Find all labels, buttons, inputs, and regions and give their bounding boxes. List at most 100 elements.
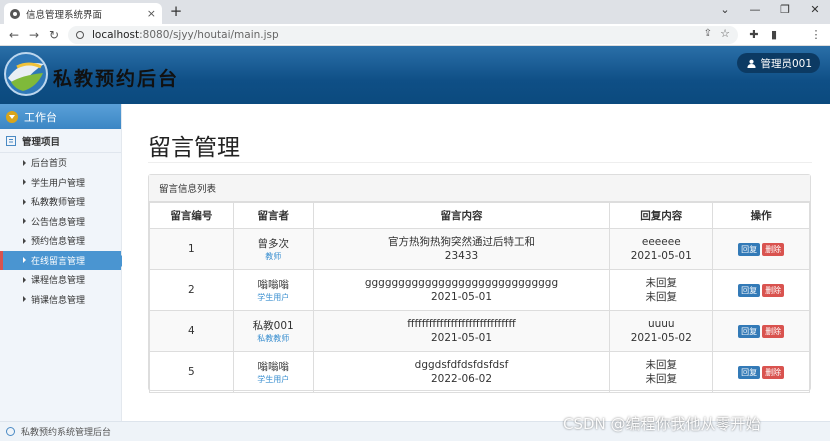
- reply-button[interactable]: 回复: [738, 242, 761, 256]
- management-section-label: 管理项目: [22, 136, 61, 148]
- caret-right-icon: [23, 237, 26, 244]
- site-info-icon[interactable]: [76, 31, 84, 39]
- author-name: 嗡嗡嗡: [257, 360, 289, 373]
- sidebar-item-label: 私教教师管理: [31, 198, 86, 209]
- reply-button[interactable]: 回复: [738, 365, 761, 379]
- user-menu-button[interactable]: 管理员001: [737, 53, 820, 73]
- status-text: 私教预约系统管理后台: [21, 428, 112, 438]
- column-header[interactable]: 回复内容: [609, 202, 714, 229]
- chevron-down-icon: [6, 110, 18, 123]
- sidebar-item-label: 后台首页: [31, 159, 68, 170]
- caret-right-icon: [23, 159, 26, 166]
- sidebar-item-label: 销课信息管理: [31, 295, 86, 306]
- maximize-button[interactable]: ❐: [770, 3, 800, 16]
- author-role: 学生用户: [257, 374, 290, 384]
- message-date: 2021-05-01: [430, 332, 493, 344]
- reply-date: 未回复: [645, 291, 678, 303]
- browser-tab-title: 信息管理系统界面: [26, 9, 103, 21]
- management-section[interactable]: 管理项目: [0, 129, 121, 153]
- message-author-cell: 私教001 私教教师: [232, 310, 314, 352]
- author-name: 嗡嗡嗡: [257, 278, 289, 291]
- sidebar-item-courses[interactable]: 课程信息管理: [0, 270, 121, 290]
- delete-button[interactable]: 删除: [762, 365, 785, 379]
- caret-right-icon: [23, 218, 26, 225]
- caret-right-icon: [23, 276, 26, 283]
- column-header[interactable]: 操作: [712, 202, 810, 229]
- reply-content: eeeeee: [641, 236, 681, 248]
- sidebar-item-students[interactable]: 学生用户管理: [0, 173, 121, 193]
- browser-menu-icon[interactable]: ⋮: [808, 27, 824, 43]
- app-header: 私教预约后台 管理员001: [0, 46, 830, 104]
- table-row: 2 嗡嗡嗡 学生用户 ggggggggggggggggggggggggggggg 2…: [149, 269, 810, 311]
- message-content: 官方热狗热狗突然通过后特工和: [388, 236, 535, 248]
- message-content: dggdsfdfdsfdsfdsf: [414, 359, 509, 371]
- sidebar-item-bookings[interactable]: 预约信息管理: [0, 231, 121, 251]
- new-tab-button[interactable]: +: [168, 3, 184, 19]
- author-name: 私教001: [252, 319, 294, 332]
- message-date: 2021-05-01: [430, 291, 493, 303]
- share-icon[interactable]: ⇪: [704, 28, 712, 39]
- column-header[interactable]: 留言内容: [312, 202, 611, 229]
- tab-search-icon[interactable]: ⌄: [710, 3, 740, 16]
- reply-cell: eeeeee 2021-05-01: [609, 228, 714, 270]
- browser-tab[interactable]: 信息管理系统界面 ×: [4, 3, 162, 24]
- main-content: 留言管理 留言信息列表 留言编号 留言者 留言内容 回复内容 操作 1 曾多次教…: [122, 104, 830, 421]
- message-author-cell: 曾多次 教师: [232, 228, 314, 270]
- user-name: 管理员001: [760, 57, 812, 70]
- close-window-button[interactable]: ✕: [800, 3, 830, 16]
- actions-cell: 回复 删除: [712, 269, 810, 311]
- sidebar-item-announcements[interactable]: 公告信息管理: [0, 212, 121, 232]
- message-content: ffffffffffffffffffffffffffffff: [407, 318, 516, 330]
- sidebar-item-home[interactable]: 后台首页: [0, 153, 121, 173]
- delete-button[interactable]: 删除: [762, 283, 785, 297]
- close-tab-icon[interactable]: ×: [147, 7, 156, 20]
- author-name: 曾多次: [257, 237, 289, 250]
- divider: [148, 162, 812, 163]
- back-icon[interactable]: ←: [6, 27, 22, 43]
- table-row: 4 私教001 私教教师 ffffffffffffffffffffffffffff…: [149, 310, 810, 352]
- extensions-icon[interactable]: ✚: [746, 27, 762, 43]
- caret-right-icon: [23, 296, 26, 303]
- reload-icon[interactable]: ↻: [46, 27, 62, 43]
- sidebar-item-trainers[interactable]: 私教教师管理: [0, 192, 121, 212]
- reply-button[interactable]: 回复: [738, 283, 761, 297]
- message-content-cell: ffffffffffffffffffffffffffffff 2021-05-01: [312, 310, 611, 352]
- address-bar[interactable]: localhost:8080/sjyy/houtai/main.jsp ⇪ ☆: [68, 26, 738, 44]
- caret-right-icon: [23, 257, 26, 264]
- sidebar-item-label: 公告信息管理: [31, 217, 86, 228]
- reply-date: 2021-05-01: [630, 250, 692, 262]
- table-row: 5 嗡嗡嗡 学生用户 dggdsfdfdsfdsfdsf 2022-06-02 未回…: [149, 351, 810, 393]
- message-author-cell: 嗡嗡嗡 学生用户: [232, 351, 314, 393]
- url-text: localhost:8080/sjyy/houtai/main.jsp: [92, 29, 279, 41]
- column-header[interactable]: 留言者: [232, 202, 314, 229]
- message-author-cell: 嗡嗡嗡 学生用户: [232, 269, 314, 311]
- sidebar-item-messages[interactable]: 在线留言管理: [0, 250, 127, 270]
- delete-button[interactable]: 删除: [762, 324, 785, 338]
- minimize-button[interactable]: —: [740, 3, 770, 16]
- message-list-panel: 留言信息列表 留言编号 留言者 留言内容 回复内容 操作 1 曾多次 教师 官方热…: [148, 174, 811, 393]
- caret-right-icon: [23, 198, 26, 205]
- reply-cell: 未回复 未回复: [609, 269, 714, 311]
- browser-toolbar: ← → ↻ localhost:8080/sjyy/houtai/main.js…: [0, 24, 830, 65]
- message-id: 2: [149, 269, 234, 311]
- message-date: 2022-06-02: [430, 373, 493, 385]
- side-panel-icon[interactable]: ▮: [766, 27, 782, 43]
- column-header[interactable]: 留言编号: [149, 202, 234, 229]
- workbench-header[interactable]: 工作台: [0, 104, 121, 129]
- message-id: 5: [149, 351, 234, 393]
- reply-cell: 未回复 未回复: [609, 351, 714, 393]
- actions-cell: 回复 删除: [712, 228, 810, 270]
- message-table: 留言编号 留言者 留言内容 回复内容 操作 1 曾多次 教师 官方热狗热狗突然通过…: [149, 202, 810, 393]
- sidebar-item-label: 学生用户管理: [31, 178, 86, 189]
- sidebar-item-label: 在线留言管理: [31, 256, 86, 267]
- browser-tab-bar: 信息管理系统界面 × + ⌄ — ❐ ✕: [0, 0, 830, 24]
- bookmark-star-icon[interactable]: ☆: [720, 27, 730, 40]
- forward-icon[interactable]: →: [26, 27, 42, 43]
- delete-button[interactable]: 删除: [762, 242, 785, 256]
- info-icon: [6, 427, 15, 436]
- workbench-label: 工作台: [24, 110, 57, 124]
- reply-content: 未回复: [645, 277, 678, 289]
- sidebar-item-class-cancellation[interactable]: 销课信息管理: [0, 290, 121, 310]
- reply-button[interactable]: 回复: [738, 324, 761, 338]
- caret-right-icon: [23, 179, 26, 186]
